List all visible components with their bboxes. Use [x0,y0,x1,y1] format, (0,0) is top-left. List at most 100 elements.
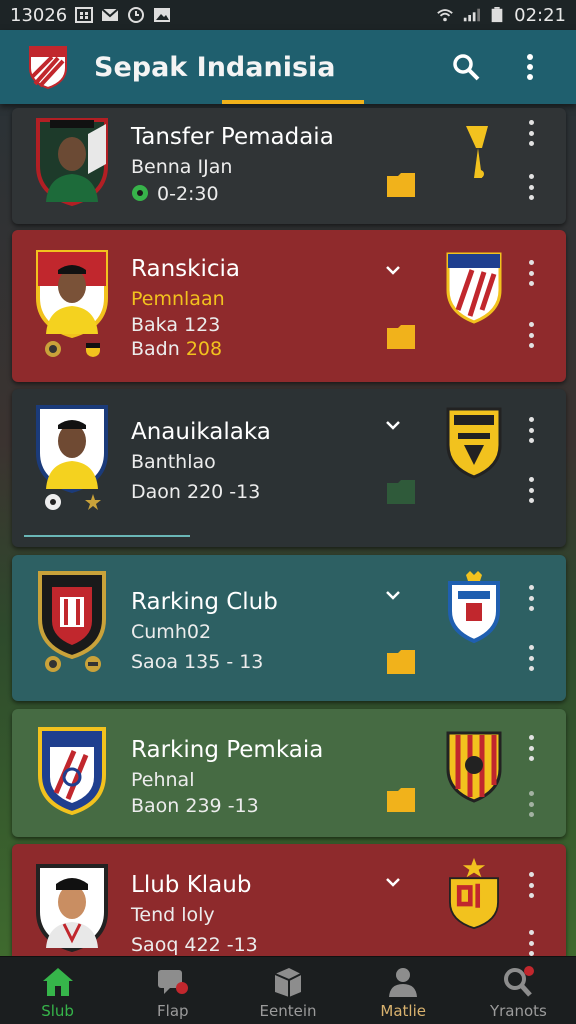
card-detail: Baka 123 [131,314,221,336]
club-crest-icon [446,252,502,324]
status-clock: 02:21 [514,4,566,26]
more-vert-icon [527,54,533,80]
card-menu-button-secondary[interactable] [524,477,538,503]
card-title: Rarking Club [131,589,278,615]
chevron-down-icon[interactable] [384,419,402,431]
card-subtitle: Cumh02 [131,621,212,643]
list-item[interactable]: Ranskicia Pemnlaan Baka 123 Badn 208 [12,230,566,382]
card-menu-button-secondary[interactable] [524,174,538,200]
clock-icon [128,7,145,23]
card-time: 0-2:30 [157,183,219,205]
player-avatar-icon [36,864,108,952]
folder-icon[interactable] [386,479,416,505]
list-item[interactable]: Llub Klaub Tend loly Saoq 422 -13 [12,844,566,956]
box-icon [274,968,302,997]
person-icon [389,968,418,997]
nav-item-club[interactable]: Slub [0,957,115,1024]
card-detail: Saoa 135 - 13 [131,651,264,673]
status-dot-icon [132,185,148,201]
card-menu-button[interactable] [524,260,538,286]
card-detail: Saoq 422 -13 [131,934,258,956]
nav-label: Eentein [259,1002,317,1020]
club-crest-icon [38,571,106,659]
nav-item-flap[interactable]: Flap [115,957,230,1024]
nav-label: Slub [41,1002,74,1020]
card-subtitle: Pemnlaan [131,288,225,310]
search-alert-icon [504,966,535,997]
folder-icon[interactable] [386,787,416,813]
badge-icon [86,343,100,357]
player-avatar-icon [36,250,108,338]
card-menu-button[interactable] [524,872,538,898]
list-item[interactable]: Tansfer Pemadaia Benna IJan 0-2:30 [12,108,566,224]
list-item[interactable]: Rarking Pemkaia Pehnal Baon 239 -13 [12,709,566,837]
mail-icon [101,8,119,21]
search-icon [453,54,480,81]
club-crest-icon [448,571,500,643]
card-menu-button-secondary[interactable] [524,930,538,956]
nav-label: Yranots [489,1002,547,1020]
search-button[interactable] [448,49,484,85]
list-item[interactable]: Rarking Club Cumh02 Saoa 135 - 13 [12,555,566,701]
card-menu-button-secondary[interactable] [524,322,538,348]
card-subtitle: Banthlao [131,451,216,473]
app-logo-icon [29,46,67,90]
nav-label: Flap [157,1002,189,1020]
folder-icon[interactable] [386,649,416,675]
nav-item-matlie[interactable]: Matlie [346,957,461,1024]
nav-item-yranots[interactable]: Yranots [461,957,576,1024]
badge-icon [85,656,101,672]
ball-icon [45,494,61,510]
trophy-icon [466,126,488,178]
card-menu-button-secondary[interactable] [524,645,538,671]
card-detail: Daon 220 -13 [131,481,261,503]
grid-icon [75,7,94,23]
card-title: Ranskicia [131,256,240,282]
card-menu-button[interactable] [524,417,538,443]
nav-label: Matlie [380,1002,426,1020]
club-crest-icon [449,857,499,930]
home-icon [42,968,73,996]
tab-indicator [222,100,364,104]
card-title: Anauikalaka [131,419,271,445]
image-icon [154,8,171,22]
club-crest-icon [446,731,502,803]
card-score-label: Badn [131,338,180,360]
app-bar: Sepak Indanisia [0,30,576,104]
card-title: Tansfer Pemadaia [131,124,334,150]
club-crest-icon [38,727,106,815]
card-menu-button-secondary[interactable] [524,791,538,817]
progress-divider [24,535,190,537]
chat-icon [157,970,188,994]
card-title: Rarking Pemkaia [131,737,324,763]
folder-icon[interactable] [386,324,416,350]
card-subtitle: Benna IJan [131,156,233,178]
badge-icon [45,656,61,672]
chevron-down-icon[interactable] [384,589,402,601]
chevron-down-icon[interactable] [384,264,402,276]
nav-item-eentein[interactable]: Eentein [230,957,345,1024]
card-menu-button[interactable] [524,735,538,761]
chevron-down-icon[interactable] [384,876,402,888]
signal-icon [463,8,481,22]
card-score-value: 208 [185,338,223,360]
battery-icon [491,7,503,23]
bottom-navigation: Slub Flap Eentein Matlie Yranots [0,956,576,1024]
app-title: Sepak Indanisia [94,51,336,83]
card-menu-button[interactable] [524,120,538,146]
card-detail: Baon 239 -13 [131,795,259,817]
card-title: Llub Klaub [131,872,252,898]
status-time-left: 13026 [10,4,68,26]
badge-icon [45,341,61,357]
player-avatar-icon [36,405,108,493]
card-score: Badn 208 [131,338,222,360]
list-item[interactable]: Anauikalaka Banthlao Daon 220 -13 [12,389,566,547]
card-subtitle: Tend loly [131,904,215,926]
status-bar: 13026 02:21 [0,0,576,30]
club-crest-icon [446,407,502,479]
player-avatar-icon [36,118,108,206]
folder-icon[interactable] [386,172,416,198]
card-menu-button[interactable] [524,585,538,611]
more-options-button[interactable] [512,49,548,85]
wifi-icon [437,9,453,22]
